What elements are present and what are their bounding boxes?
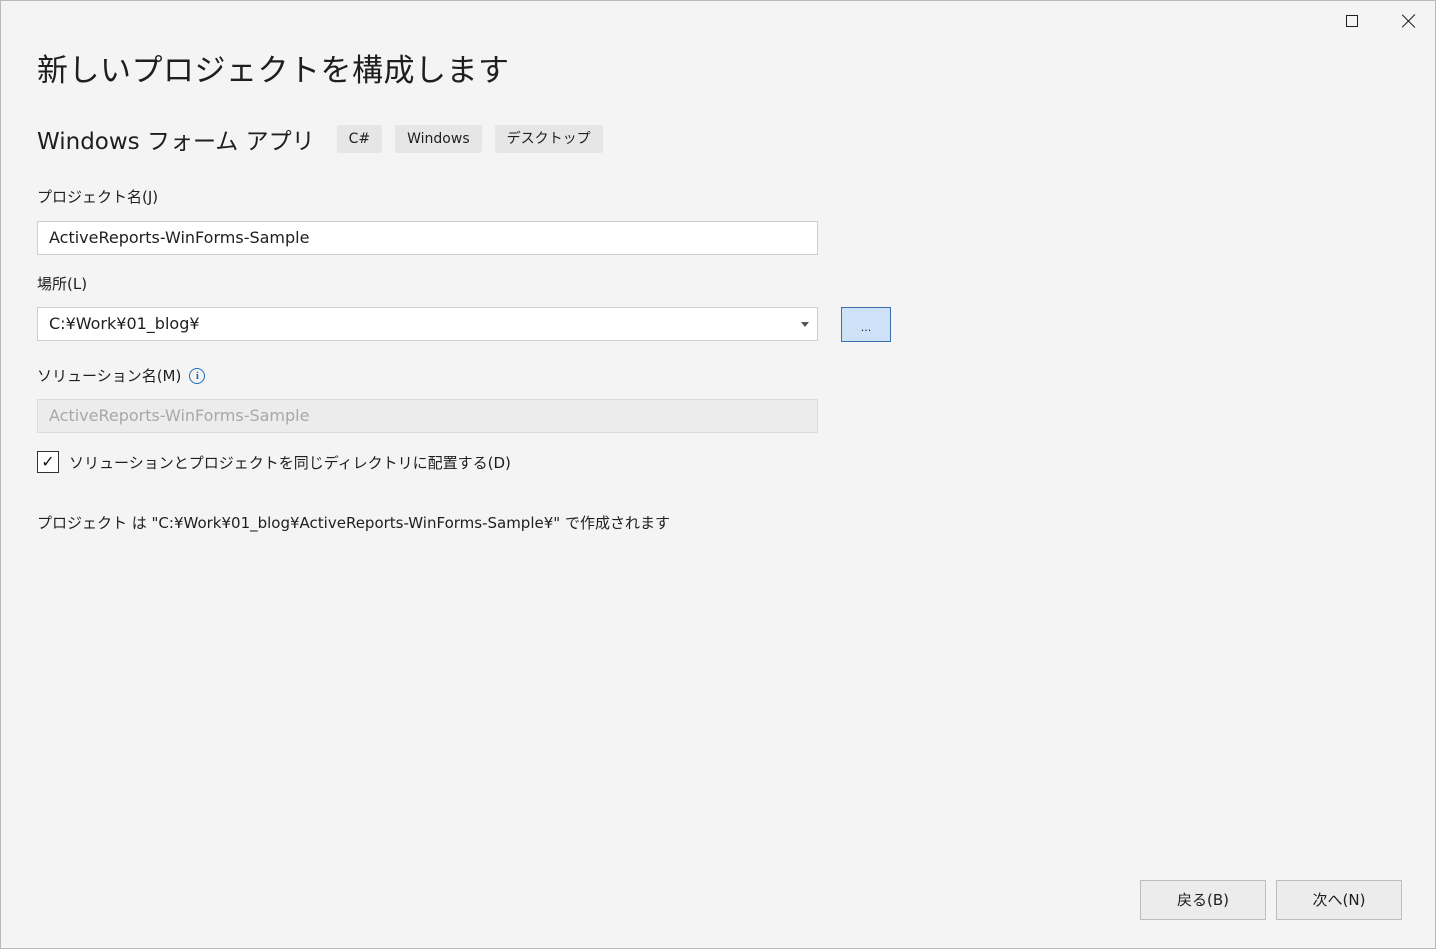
project-name-input[interactable]: ActiveReports-WinForms-Sample xyxy=(37,221,818,255)
checkmark-icon: ✓ xyxy=(41,452,55,471)
location-combobox[interactable]: C:¥Work¥01_blog¥ xyxy=(37,307,818,341)
same-directory-checkbox[interactable]: ✓ xyxy=(37,451,59,473)
close-icon xyxy=(1401,13,1417,29)
location-label: 場所(L) xyxy=(37,275,88,293)
browse-button[interactable]: ... xyxy=(841,307,891,342)
tag-language: C# xyxy=(336,125,383,153)
chevron-down-icon[interactable] xyxy=(801,322,809,327)
info-icon[interactable]: i xyxy=(189,367,206,384)
maximize-button[interactable] xyxy=(1329,5,1375,37)
project-name-label: プロジェクト名(J) xyxy=(37,188,159,206)
close-button[interactable] xyxy=(1386,5,1432,37)
solution-name-input: ActiveReports-WinForms-Sample xyxy=(37,399,818,433)
tag-platform: Windows xyxy=(395,125,482,153)
next-button[interactable]: 次へ(N) xyxy=(1276,880,1402,920)
tag-project-type: デスクトップ xyxy=(494,125,603,153)
location-value: C:¥Work¥01_blog¥ xyxy=(49,314,200,333)
back-button[interactable]: 戻る(B) xyxy=(1140,880,1266,920)
maximize-icon xyxy=(1346,15,1358,27)
project-path-summary: プロジェクト は "C:¥Work¥01_blog¥ActiveReports-… xyxy=(37,514,670,532)
solution-name-label: ソリューション名(M) xyxy=(37,367,182,385)
template-name: Windows フォーム アプリ xyxy=(37,129,315,155)
same-directory-label: ソリューションとプロジェクトを同じディレクトリに配置する(D) xyxy=(69,453,511,472)
page-title: 新しいプロジェクトを構成します xyxy=(37,53,510,89)
new-project-dialog: 新しいプロジェクトを構成します Windows フォーム アプリ C# Wind… xyxy=(0,0,1436,949)
template-header: Windows フォーム アプリ C# Windows デスクトップ xyxy=(37,123,616,155)
solution-name-label-row: ソリューション名(M) i xyxy=(37,365,206,386)
same-directory-option[interactable]: ✓ ソリューションとプロジェクトを同じディレクトリに配置する(D) xyxy=(37,451,511,473)
